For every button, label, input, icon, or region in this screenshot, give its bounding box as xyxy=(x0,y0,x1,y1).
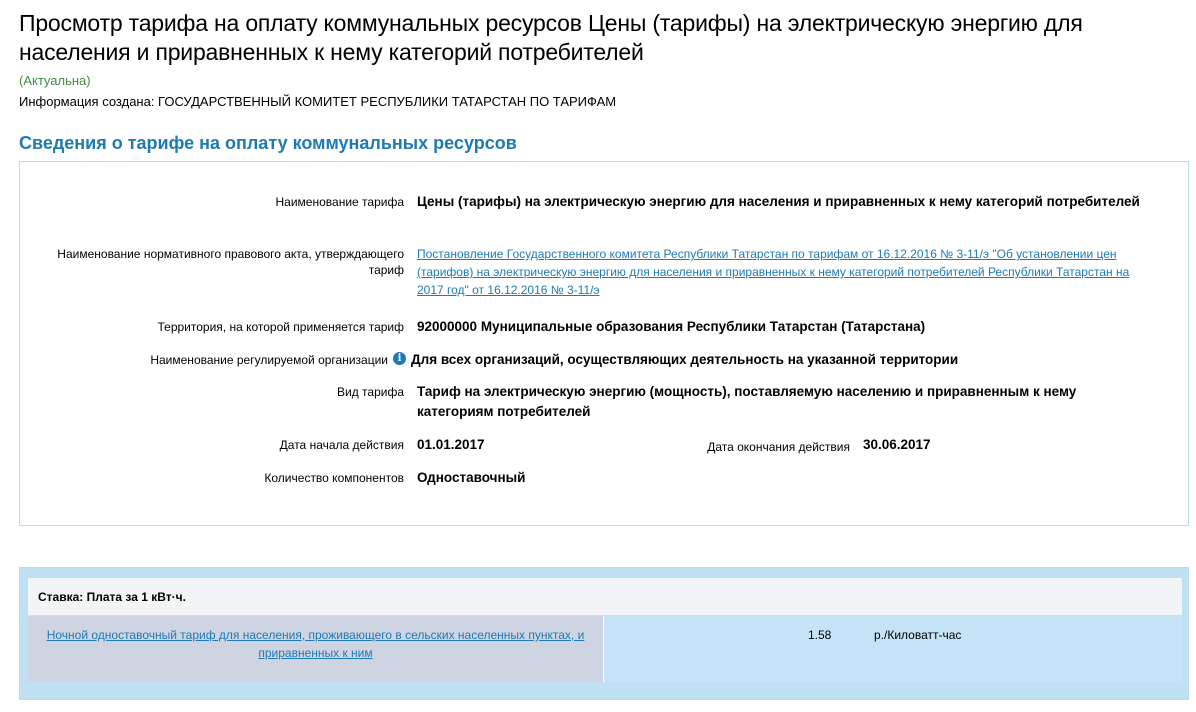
act-label: Наименование нормативного правового акта… xyxy=(57,247,404,277)
act-link[interactable]: Постановление Государственного комитета … xyxy=(417,247,1129,297)
tariff-name-label: Наименование тарифа xyxy=(275,195,404,209)
act-value: Постановление Государственного комитета … xyxy=(417,245,1147,299)
tariff-name-value: Цены (тарифы) на электрическую энергию д… xyxy=(417,194,1140,209)
rate-value: 1.58 xyxy=(808,628,832,642)
status-badge: (Актуальна) xyxy=(19,73,91,88)
created-by-text: Информация создана: ГОСУДАРСТВЕННЫЙ КОМИ… xyxy=(19,94,617,109)
territory-value: 92000000 Муниципальные образования Респу… xyxy=(417,319,926,334)
rate-header: Ставка: Плата за 1 кВт·ч. xyxy=(28,578,1182,616)
page-title: Просмотр тарифа на оплату коммунальных р… xyxy=(19,10,1083,65)
end-date-label: Дата окончания действия xyxy=(707,440,850,454)
territory-label: Территория, на которой применяется тариф xyxy=(157,320,405,334)
section-title: Сведения о тарифе на оплату коммунальных… xyxy=(19,133,517,153)
start-date-label: Дата начала действия xyxy=(279,438,404,452)
components-label: Количество компонентов xyxy=(264,471,404,485)
rate-name-cell: Ночной одноставочный тариф для населения… xyxy=(28,616,604,682)
components-value: Одноставочный xyxy=(417,470,526,485)
rate-unit: р./Киловатт-час xyxy=(874,628,962,642)
info-icon[interactable]: i xyxy=(393,352,406,365)
rate-panel: Ставка: Плата за 1 кВт·ч. Ночной односта… xyxy=(19,567,1189,700)
tariff-info-panel: Наименование тарифа Цены (тарифы) на эле… xyxy=(19,161,1189,526)
org-label: Наименование регулируемой организации xyxy=(150,353,388,367)
rate-name-link[interactable]: Ночной одноставочный тариф для населения… xyxy=(47,628,585,660)
table-row: Ночной одноставочный тариф для населения… xyxy=(28,616,1182,682)
type-value: Тариф на электрическую энергию (мощность… xyxy=(417,384,1077,419)
end-date-value: 30.06.2017 xyxy=(863,437,931,452)
start-date-value: 01.01.2017 xyxy=(417,437,485,452)
type-label: Вид тарифа xyxy=(336,385,404,399)
rate-header-label: Ставка: Плата за 1 кВт·ч. xyxy=(38,590,186,604)
org-value: Для всех организаций, осуществляющих дея… xyxy=(411,352,959,367)
